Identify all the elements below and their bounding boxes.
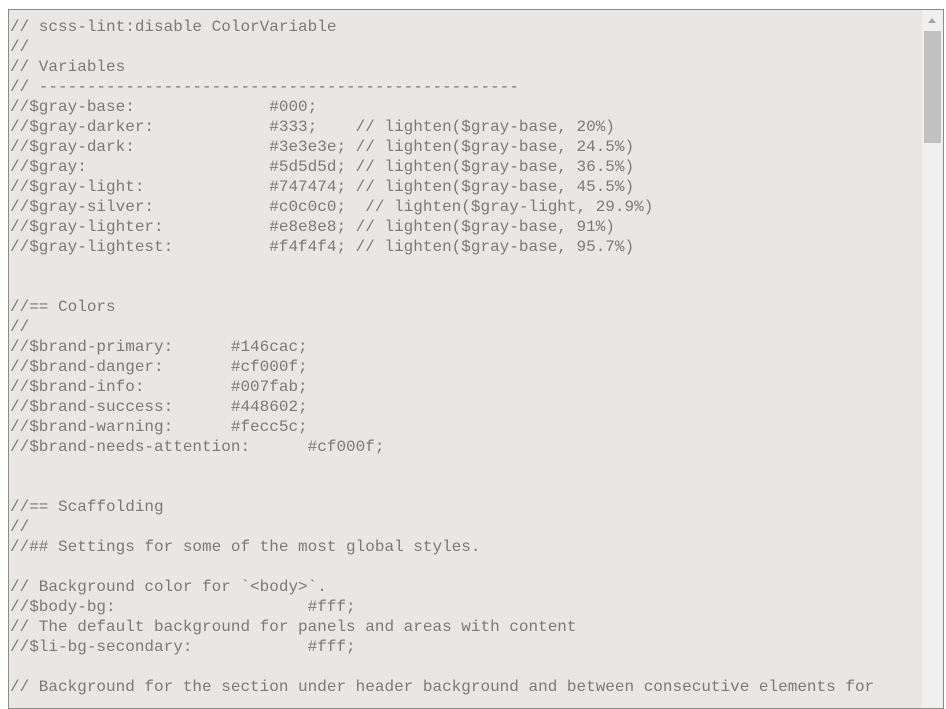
code-line: //$gray: #5d5d5d; // lighten($gray-base,… xyxy=(10,158,635,176)
code-line: // xyxy=(10,318,30,336)
code-line: //== Scaffolding xyxy=(10,498,164,516)
code-line: //$brand-needs-attention: #cf000f; xyxy=(10,438,385,456)
code-line: // Background for the section under head… xyxy=(10,678,875,696)
code-line: // Background color for `<body>`. xyxy=(10,578,327,596)
code-line: //== Colors xyxy=(10,298,116,316)
code-line: // The default background for panels and… xyxy=(10,618,577,636)
code-content[interactable]: // scss-lint:disable ColorVariable // // V… xyxy=(9,17,874,697)
code-line: //$brand-success: #448602; xyxy=(10,398,308,416)
code-line: // xyxy=(10,518,30,536)
code-line: //$brand-danger: #cf000f; xyxy=(10,358,308,376)
code-line: //$brand-primary: #146cac; xyxy=(10,338,308,356)
code-textarea[interactable]: // scss-lint:disable ColorVariable // // V… xyxy=(8,9,944,709)
code-line: //$brand-info: #007fab; xyxy=(10,378,308,396)
code-line: //## Settings for some of the most globa… xyxy=(10,538,481,556)
code-line: //$gray-darker: #333; // lighten($gray-b… xyxy=(10,118,615,136)
code-line: // scss-lint:disable ColorVariable xyxy=(10,18,337,36)
code-line: //$gray-silver: #c0c0c0; // lighten($gra… xyxy=(10,198,654,216)
code-line: //$brand-warning: #fecc5c; xyxy=(10,418,308,436)
code-line: // -------------------------------------… xyxy=(10,78,519,96)
code-line: //$gray-lighter: #e8e8e8; // lighten($gr… xyxy=(10,218,615,236)
code-line: //$gray-lightest: #f4f4f4; // lighten($g… xyxy=(10,238,635,256)
scroll-up-arrow-icon[interactable] xyxy=(928,18,936,23)
code-line: //$gray-base: #000; xyxy=(10,98,318,116)
vertical-scrollbar[interactable] xyxy=(922,10,943,708)
code-line: // Variables xyxy=(10,58,126,76)
code-line: // xyxy=(10,38,30,56)
code-line: //$body-bg: #fff; xyxy=(10,598,356,616)
code-line: //$gray-light: #747474; // lighten($gray… xyxy=(10,178,635,196)
code-line: //$gray-dark: #3e3e3e; // lighten($gray-… xyxy=(10,138,635,156)
code-line: //$li-bg-secondary: #fff; xyxy=(10,638,356,656)
scrollbar-thumb[interactable] xyxy=(924,31,941,143)
